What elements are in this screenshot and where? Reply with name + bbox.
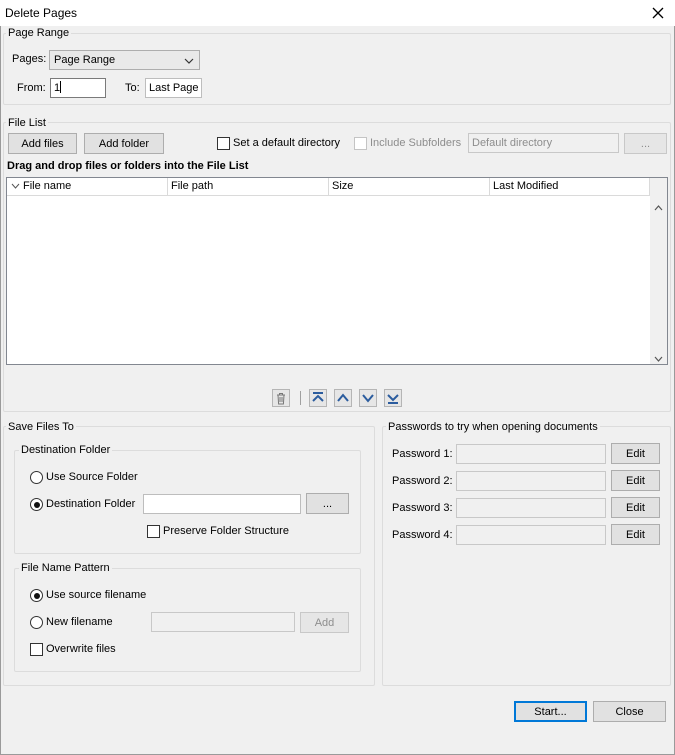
password-4-label: Password 4: — [392, 529, 453, 541]
title-bar: Delete Pages — [0, 0, 675, 26]
pages-select-value: Page Range — [54, 54, 116, 66]
from-input[interactable]: 1 — [50, 78, 106, 98]
include-subfolders-label: Include Subfolders — [370, 137, 462, 149]
close-icon[interactable] — [645, 2, 671, 24]
default-directory-label: Set a default directory — [233, 137, 341, 149]
to-label: To: — [125, 82, 140, 94]
add-files-button[interactable]: Add files — [8, 133, 77, 154]
new-filename-label: New filename — [46, 616, 113, 628]
move-bottom-icon[interactable] — [384, 389, 402, 407]
column-header-size[interactable]: Size — [329, 178, 490, 196]
use-source-folder-label: Use Source Folder — [46, 471, 138, 483]
save-files-label: Save Files To — [6, 421, 76, 433]
password-4-edit-button[interactable]: Edit — [611, 524, 660, 545]
password-2-label: Password 2: — [392, 475, 453, 487]
password-3-label: Password 3: — [392, 502, 453, 514]
column-header-last-modified[interactable]: Last Modified — [490, 178, 650, 196]
overwrite-files-label: Overwrite files — [46, 643, 116, 655]
window-title: Delete Pages — [5, 6, 78, 20]
password-1-input[interactable] — [456, 444, 606, 464]
preserve-structure-checkbox[interactable] — [147, 525, 160, 538]
password-3-input[interactable] — [456, 498, 606, 518]
column-file-path-label: File path — [171, 180, 214, 192]
include-subfolders-checkbox[interactable] — [354, 137, 367, 150]
destination-folder-label: Destination Folder — [46, 498, 136, 510]
new-filename-input[interactable] — [151, 612, 295, 632]
move-top-icon[interactable] — [309, 389, 327, 407]
add-folder-button[interactable]: Add folder — [84, 133, 164, 154]
start-button[interactable]: Start... — [514, 701, 587, 722]
use-source-folder-radio[interactable] — [30, 471, 43, 484]
password-1-edit-button[interactable]: Edit — [611, 443, 660, 464]
destination-browse-button[interactable]: ... — [306, 493, 349, 514]
file-list-table[interactable]: File name File path Size Last Modified — [6, 177, 668, 365]
default-directory-browse-button[interactable]: ... — [624, 133, 667, 154]
column-header-file-path[interactable]: File path — [168, 178, 329, 196]
passwords-group — [382, 426, 671, 686]
default-directory-checkbox[interactable] — [217, 137, 230, 150]
toolbar-separator — [300, 391, 301, 405]
default-directory-placeholder: Default directory — [472, 137, 553, 149]
password-2-edit-button[interactable]: Edit — [611, 470, 660, 491]
overwrite-files-checkbox[interactable] — [30, 643, 43, 656]
password-1-label: Password 1: — [392, 448, 453, 460]
close-button[interactable]: Close — [593, 701, 666, 722]
from-label: From: — [17, 82, 46, 94]
destination-folder-input[interactable] — [143, 494, 301, 514]
chevron-down-icon — [184, 55, 194, 69]
pages-select[interactable]: Page Range — [49, 50, 200, 70]
use-source-filename-label: Use source filename — [46, 589, 147, 601]
destination-folder-radio[interactable] — [30, 498, 43, 511]
scroll-down-icon[interactable] — [654, 353, 663, 365]
passwords-label: Passwords to try when opening documents — [386, 421, 600, 433]
text-caret — [60, 81, 62, 93]
add-pattern-button[interactable]: Add — [300, 612, 349, 633]
column-size-label: Size — [332, 180, 354, 192]
trash-icon[interactable] — [272, 389, 290, 407]
move-down-icon[interactable] — [359, 389, 377, 407]
file-list-label: File List — [6, 117, 48, 129]
destination-folder-group-label: Destination Folder — [19, 444, 113, 456]
file-name-pattern-label: File Name Pattern — [19, 562, 112, 574]
password-4-input[interactable] — [456, 525, 606, 545]
vertical-scrollbar[interactable] — [650, 178, 667, 364]
to-input[interactable]: Last Page — [145, 78, 202, 98]
password-3-edit-button[interactable]: Edit — [611, 497, 660, 518]
sort-chevron-icon — [11, 178, 23, 195]
page-range-label: Page Range — [6, 27, 72, 39]
scroll-up-icon[interactable] — [654, 202, 663, 214]
pages-label: Pages: — [12, 53, 47, 65]
move-up-icon[interactable] — [334, 389, 352, 407]
column-last-modified-label: Last Modified — [493, 180, 559, 192]
preserve-structure-label: Preserve Folder Structure — [163, 525, 289, 537]
default-directory-input[interactable]: Default directory — [468, 133, 619, 153]
column-header-file-name[interactable]: File name — [7, 178, 168, 196]
use-source-filename-radio[interactable] — [30, 589, 43, 602]
to-input-value: Last Page — [149, 82, 199, 94]
password-2-input[interactable] — [456, 471, 606, 491]
column-file-name-label: File name — [23, 180, 72, 192]
new-filename-radio[interactable] — [30, 616, 43, 629]
drop-hint: Drag and drop files or folders into the … — [7, 160, 249, 172]
